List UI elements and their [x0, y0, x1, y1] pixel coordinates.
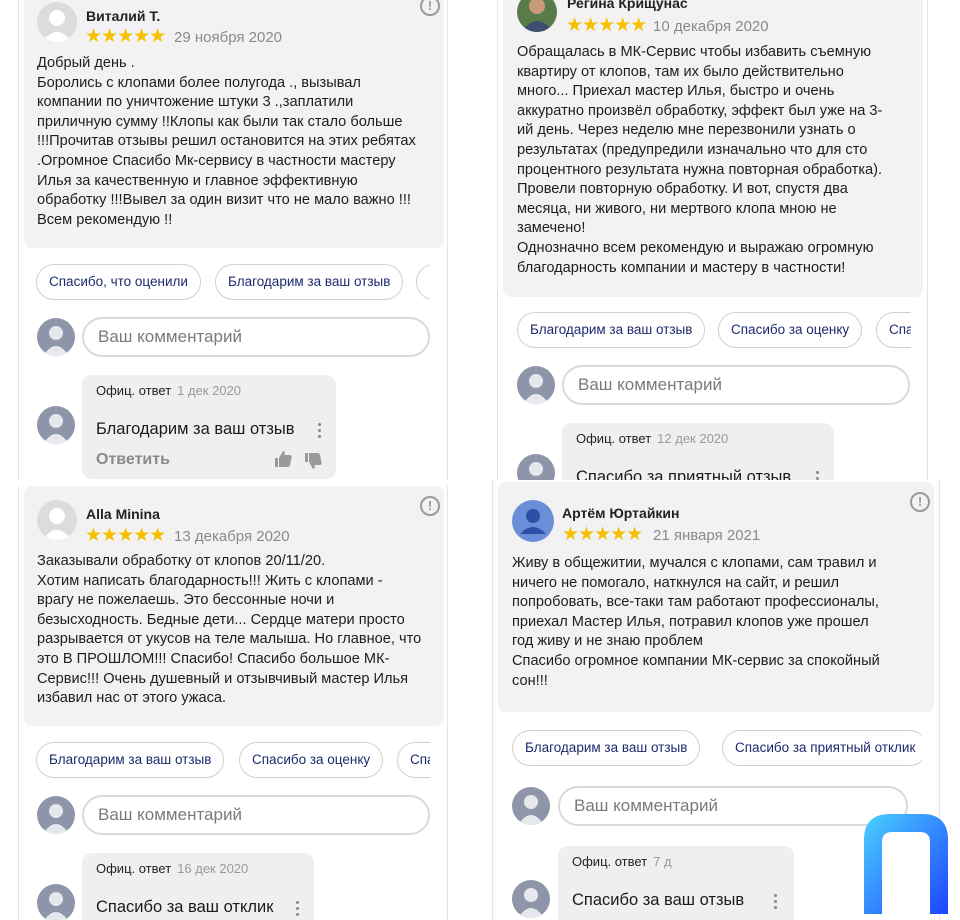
reviewer-name[interactable]: Артём Юртайкин	[562, 505, 680, 521]
owner-avatar-icon	[37, 406, 75, 444]
quick-reply-chips: Спасибо, что оценили Благодарим за ваш о…	[36, 262, 430, 306]
review-date: 21 января 2021	[653, 527, 761, 544]
reply-answer-button[interactable]: Ответить	[96, 451, 170, 469]
rating-stars: ★★★★★	[85, 26, 166, 47]
dislike-icon[interactable]	[303, 451, 323, 471]
review-text: Заказывали обработку от клопов 20/11/20.…	[37, 553, 422, 707]
chip-thanks-review[interactable]: Благодарим за ваш отзыв	[512, 730, 701, 766]
more-menu-icon[interactable]	[774, 894, 777, 912]
review-card: Регина Крищунас ★★★★★ 10 декабря 2020 Об…	[503, 0, 923, 297]
reply-text: Спасибо за ваш отклик	[96, 898, 274, 916]
chip-thanks-rating[interactable]: Спасибо за оценку	[718, 312, 863, 348]
official-reply: Офиц. ответ 16 дек 2020 Спасибо за ваш от…	[82, 853, 314, 920]
official-reply: Офиц. ответ 1 дек 2020 Благодарим за ваш …	[82, 375, 336, 479]
report-icon[interactable]: !	[420, 0, 440, 16]
review-date: 13 декабря 2020	[174, 528, 290, 545]
comment-input[interactable]: Ваш комментарий	[562, 365, 910, 405]
reply-date: 1 дек 2020	[177, 383, 242, 398]
review-text: Обращалась в МК-Сервис чтобы избавить съ…	[517, 44, 883, 276]
chip-more[interactable]: Пр	[416, 264, 430, 300]
review-card: Артём Юртайкин ★★★★★ 21 января 2021 ! Жи…	[498, 482, 934, 712]
comment-input[interactable]: Ваш комментарий	[558, 786, 908, 826]
chip-thanks-response[interactable]: Спасибо за приятный отклик	[722, 730, 922, 766]
review-text: Живу в общежитии, мучался с клопами, сам…	[512, 555, 880, 689]
chip-thanks-review[interactable]: Благодарим за ваш отзыв	[517, 312, 706, 348]
reviewer-name[interactable]: Alla Minina	[86, 506, 160, 522]
owner-avatar-icon	[512, 880, 550, 918]
reply-header: Офиц. ответ 16 дек 2020	[96, 861, 249, 876]
chip-thanks-review[interactable]: Благодарим за ваш отзыв	[36, 742, 225, 778]
review-panel-1: Виталий Т. ★★★★★ 29 ноября 2020 ! Добрый…	[18, 0, 448, 480]
more-menu-icon[interactable]	[318, 423, 321, 441]
reply-header: Офиц. ответ 1 дек 2020	[96, 383, 242, 398]
reviewer-name[interactable]: Регина Крищунас	[567, 0, 688, 11]
reply-header: Офиц. ответ 7 д	[572, 854, 672, 869]
chip-thanks-rating[interactable]: Спасибо, что оценили	[36, 264, 201, 300]
user-avatar	[37, 2, 77, 42]
more-menu-icon[interactable]	[296, 901, 299, 919]
quick-reply-chips: Благодарим за ваш отзыв Спасибо за оценк…	[517, 310, 911, 354]
review-text: Добрый день . Боролись с клопами более п…	[37, 55, 416, 228]
reviewer-name[interactable]: Виталий Т.	[86, 8, 160, 24]
comment-avatar-icon	[37, 796, 75, 834]
chip-more[interactable]: Спа	[397, 742, 430, 778]
reply-date: 7 д	[653, 854, 672, 869]
user-avatar	[517, 0, 557, 32]
user-avatar	[512, 500, 554, 542]
owner-avatar-icon	[37, 884, 75, 920]
reply-header: Офиц. ответ 12 дек 2020	[576, 431, 729, 446]
report-icon[interactable]: !	[420, 496, 440, 516]
chip-more[interactable]: Спа	[876, 312, 911, 348]
chip-thanks-rating[interactable]: Спасибо за оценку	[239, 742, 384, 778]
reply-date: 12 дек 2020	[657, 431, 729, 446]
comment-avatar-icon	[517, 366, 555, 404]
quick-reply-chips: Благодарим за ваш отзыв Спасибо за оценк…	[36, 740, 430, 784]
review-card: Виталий Т. ★★★★★ 29 ноября 2020 ! Добрый…	[24, 0, 444, 248]
official-reply: Офиц. ответ 7 д Спасибо за ваш отзыв	[558, 846, 794, 920]
review-date: 10 декабря 2020	[653, 18, 769, 35]
rating-stars: ★★★★★	[566, 15, 647, 36]
reply-text: Спасибо за ваш отзыв	[572, 891, 745, 909]
comment-avatar-icon	[37, 318, 75, 356]
report-icon[interactable]: !	[910, 492, 930, 512]
owner-avatar-icon	[517, 454, 555, 482]
comment-avatar-icon	[512, 787, 550, 825]
comment-input[interactable]: Ваш комментарий	[82, 795, 430, 835]
like-icon[interactable]	[273, 449, 293, 469]
brand-logo-icon	[864, 814, 948, 914]
review-card: Alla Minina ★★★★★ 13 декабря 2020 ! Зака…	[24, 486, 444, 726]
official-reply: Офиц. ответ 12 дек 2020 Спасибо за приятн…	[562, 423, 834, 482]
review-panel-2: Регина Крищунас ★★★★★ 10 декабря 2020 Об…	[497, 0, 928, 482]
review-panel-3: Alla Minina ★★★★★ 13 декабря 2020 ! Зака…	[18, 486, 448, 920]
rating-stars: ★★★★★	[85, 525, 166, 546]
reply-date: 16 дек 2020	[177, 861, 249, 876]
comment-input[interactable]: Ваш комментарий	[82, 317, 430, 357]
rating-stars: ★★★★★	[562, 524, 643, 545]
user-avatar	[37, 500, 77, 540]
review-date: 29 ноября 2020	[174, 29, 283, 46]
reply-text: Благодарим за ваш отзыв	[96, 420, 295, 438]
chip-thanks-review[interactable]: Благодарим за ваш отзыв	[215, 264, 404, 300]
quick-reply-chips: Благодарим за ваш отзыв Спасибо за прият…	[512, 728, 922, 772]
